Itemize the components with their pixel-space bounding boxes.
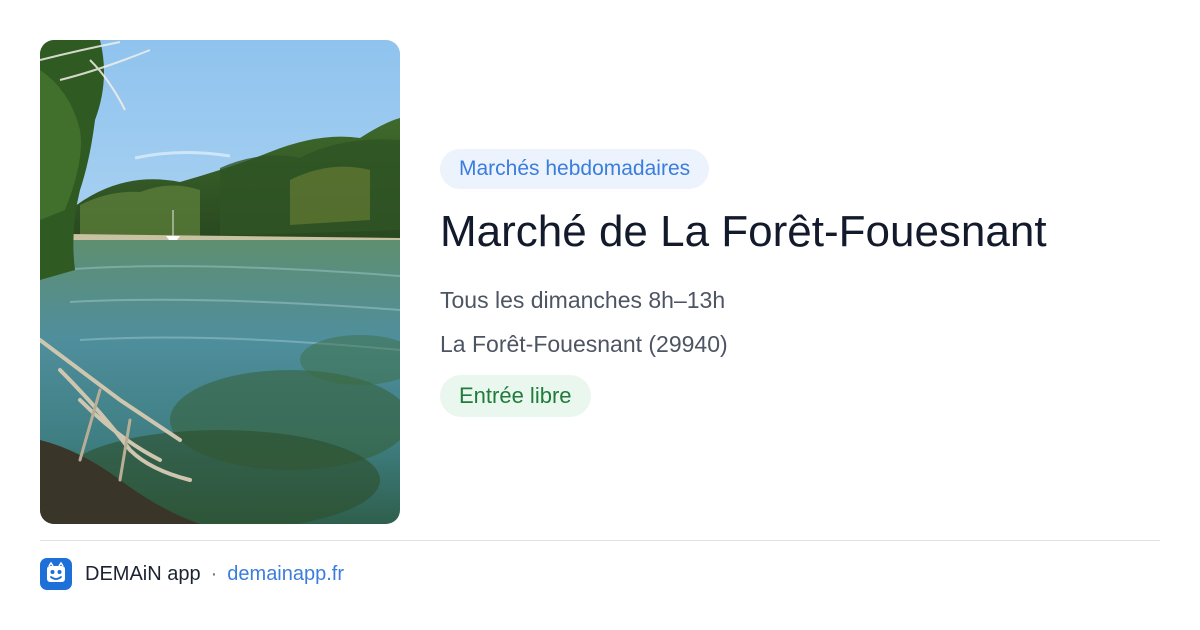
footer-divider: [40, 540, 1160, 541]
app-name: DEMAiN app: [85, 562, 201, 585]
entry-badge: Entrée libre: [440, 375, 591, 417]
event-schedule: Tous les dimanches 8h–13h: [440, 287, 726, 313]
event-details: Marchés hebdomadaires Marché de La Forêt…: [440, 149, 1160, 417]
event-title: Marché de La Forêt-Fouesnant: [440, 207, 1047, 256]
estuary-photo-illustration: [40, 40, 400, 524]
category-badge[interactable]: Marchés hebdomadaires: [440, 149, 710, 189]
demain-app-logo-icon: [40, 558, 72, 590]
footer: DEMAiN app · demainapp.fr: [40, 558, 344, 590]
app-url-link[interactable]: demainapp.fr: [227, 563, 344, 586]
footer-separator: ·: [210, 562, 218, 585]
event-location: La Forêt-Fouesnant (29940): [440, 331, 728, 357]
event-photo: [40, 40, 400, 524]
share-card: Marchés hebdomadaires Marché de La Forêt…: [0, 0, 1200, 630]
